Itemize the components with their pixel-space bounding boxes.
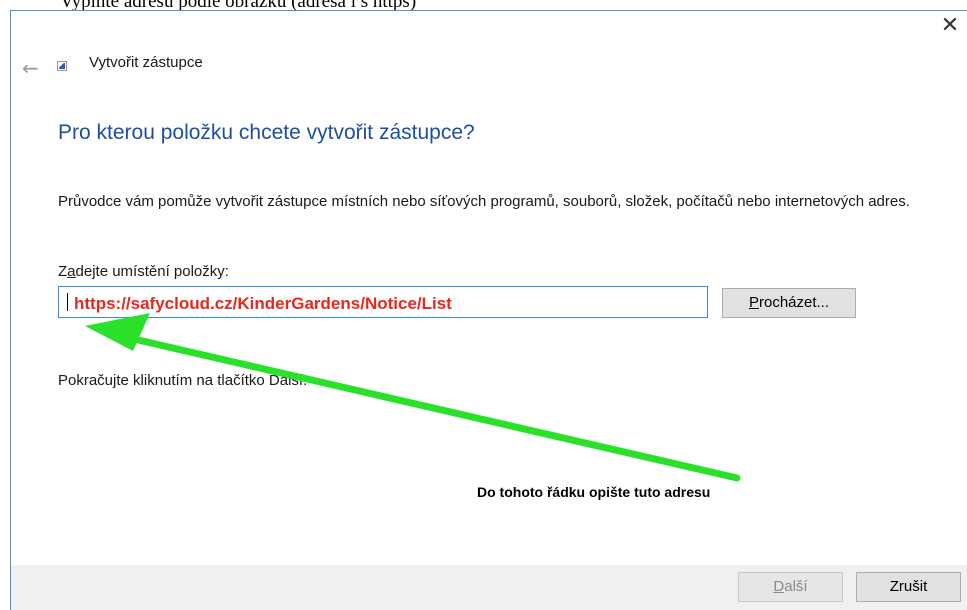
dialog-footer: Další Zrušit [10,565,967,610]
page-heading: Pro kterou položku chcete vytvořit zástu… [58,121,475,144]
next-label-rest: alší [784,578,808,595]
label-part-2: dejte umístění položky: [75,263,229,280]
label-accelerator: a [67,263,76,280]
browse-accelerator: P [748,294,759,311]
label-part-1: Z [58,263,68,280]
location-input[interactable]: https://safycloud.cz/KinderGardens/Notic… [58,286,708,318]
continue-instruction: Pokračujte kliknutím na tlačítko Další. [58,372,308,389]
next-button[interactable]: Další [738,572,843,602]
browse-button[interactable]: Procházet... [722,288,856,318]
next-accelerator: D [773,578,785,595]
shortcut-wizard-icon [57,61,67,71]
text-caret [67,293,68,311]
close-icon[interactable]: ✕ [939,15,961,37]
wizard-title: Vytvořit zástupce [89,54,203,71]
location-field-label: Zadejte umístění položky: [58,263,229,280]
browse-label-rest: rocházet... [758,294,830,311]
back-arrow-icon[interactable]: ← [22,58,44,78]
cancel-button[interactable]: Zrušit [856,572,961,602]
annotation-note: Do tohoto řádku opište tuto adresu [477,484,711,500]
wizard-description: Průvodce vám pomůže vytvořit zástupce mí… [58,193,910,210]
location-url-text: https://safycloud.cz/KinderGardens/Notic… [74,294,452,313]
